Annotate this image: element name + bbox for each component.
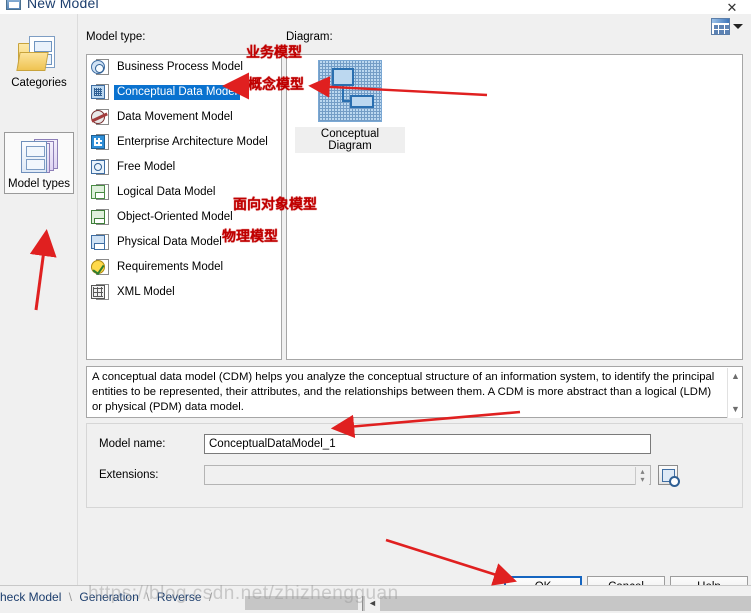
list-item-label: Free Model xyxy=(117,161,176,173)
business-process-model-icon xyxy=(91,58,109,77)
tab-separator: \ xyxy=(68,590,73,604)
window-title: New Model xyxy=(27,0,99,11)
extensions-label: Extensions: xyxy=(99,469,159,481)
folder-documents-icon xyxy=(16,36,60,74)
extensions-input[interactable]: ▴ ▾ xyxy=(204,465,651,485)
list-item-label: Physical Data Model xyxy=(117,236,222,248)
list-item-label: Conceptual Data Model xyxy=(114,85,241,100)
list-item-label: Logical Data Model xyxy=(117,186,216,198)
model-type-label: Model type: xyxy=(86,31,146,43)
list-item-label: Business Process Model xyxy=(117,61,243,73)
sidebar-item-label: Categories xyxy=(11,77,67,89)
xml-model-icon xyxy=(91,283,109,302)
list-item-label: Enterprise Architecture Model xyxy=(117,136,268,148)
requirements-model-icon xyxy=(91,258,109,277)
list-item-label: XML Model xyxy=(117,286,175,298)
extensions-spinner[interactable]: ▴ ▾ xyxy=(635,467,649,485)
horizontal-scrollbar[interactable]: ◄ xyxy=(362,596,751,611)
list-item-label: Object-Oriented Model xyxy=(117,211,233,223)
model-description: A conceptual data model (CDM) helps you … xyxy=(86,366,743,418)
sidebar-item-label: Model types xyxy=(7,178,70,190)
list-item-label: Data Movement Model xyxy=(117,111,233,123)
annotation-business-model: 业务模型 xyxy=(246,45,302,61)
extensions-browse-icon[interactable] xyxy=(658,465,680,487)
annotation-conceptual-model: 概念模型 xyxy=(248,77,304,93)
chevron-down-icon[interactable] xyxy=(733,24,743,29)
conceptual-diagram-thumbnail xyxy=(318,60,382,122)
window-titlebar: New Model xyxy=(0,0,751,14)
grid-view-icon[interactable] xyxy=(711,18,730,35)
view-mode-control[interactable] xyxy=(711,18,743,35)
list-item[interactable]: Free Model xyxy=(87,155,281,180)
scroll-up-icon[interactable]: ▲ xyxy=(731,369,740,384)
list-item[interactable]: Requirements Model xyxy=(87,255,281,280)
app-window-icon xyxy=(6,0,21,10)
new-model-dialog: New Model ✕ Categories Model types Model… xyxy=(0,0,751,613)
free-model-icon xyxy=(91,158,109,177)
conceptual-data-model-icon xyxy=(91,83,109,102)
list-item[interactable]: Data Movement Model xyxy=(87,105,281,130)
logical-data-model-icon xyxy=(91,183,109,202)
layered-pages-icon xyxy=(18,137,60,175)
model-name-row: Model name: ConceptualDataModel_1 xyxy=(99,434,651,454)
diagram-item-label: Conceptual Diagram xyxy=(295,127,405,153)
watermark: https://blog.csdn.net/zhizhengguan xyxy=(88,583,399,604)
model-name-label: Model name: xyxy=(99,438,166,450)
sidebar-item-model-types[interactable]: Model types xyxy=(4,132,74,194)
extensions-row: Extensions: ▴ ▾ xyxy=(99,465,680,487)
scroll-down-icon[interactable]: ▼ xyxy=(731,402,740,417)
model-form-group: Model name: ConceptualDataModel_1 Extens… xyxy=(86,423,743,508)
dialog-sidebar: Categories Model types xyxy=(0,14,78,585)
enterprise-architecture-model-icon xyxy=(91,133,109,152)
tab-check-model[interactable]: heck Model xyxy=(0,590,61,604)
diagram-item-conceptual[interactable]: Conceptual Diagram xyxy=(295,60,405,153)
model-name-input[interactable]: ConceptualDataModel_1 xyxy=(204,434,651,454)
list-item[interactable]: Enterprise Architecture Model xyxy=(87,130,281,155)
description-scrollbar[interactable]: ▲ ▼ xyxy=(727,368,741,418)
dialog-content: Model type: Diagram: Business Process Mo… xyxy=(78,14,751,598)
object-oriented-model-icon xyxy=(91,208,109,227)
physical-data-model-icon xyxy=(91,233,109,252)
annotation-object-oriented-model: 面向对象模型 xyxy=(233,197,317,213)
diagram-list[interactable]: Conceptual Diagram xyxy=(286,54,743,360)
annotation-physical-model: 物理模型 xyxy=(222,229,278,245)
model-description-text: A conceptual data model (CDM) helps you … xyxy=(92,371,715,413)
list-item[interactable]: XML Model xyxy=(87,280,281,305)
sidebar-item-categories[interactable]: Categories xyxy=(4,32,74,92)
list-item-label: Requirements Model xyxy=(117,261,224,273)
dialog-body: Categories Model types Model type: Diagr… xyxy=(0,14,751,598)
data-movement-model-icon xyxy=(91,108,109,127)
